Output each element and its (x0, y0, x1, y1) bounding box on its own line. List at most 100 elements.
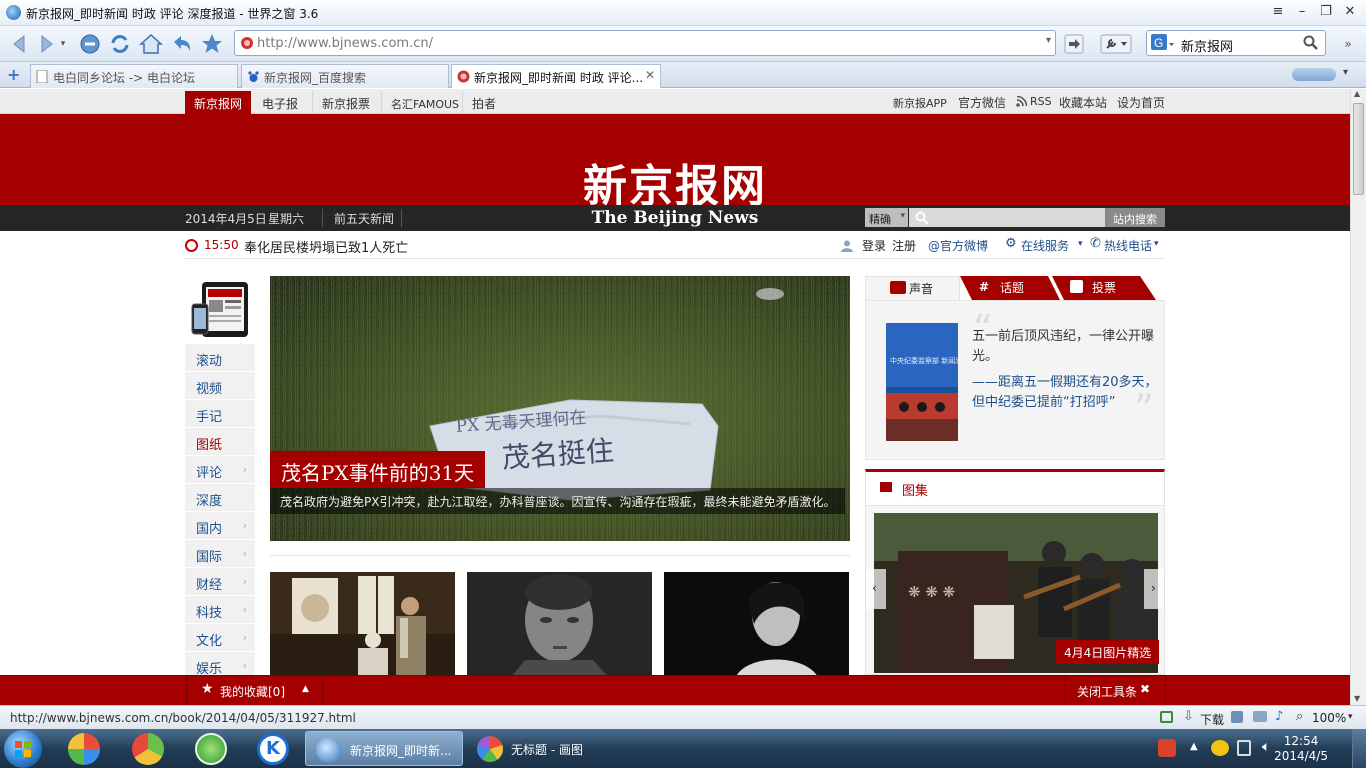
stop-button[interactable] (76, 30, 104, 58)
my-favorites-button[interactable]: 我的收藏[0] (220, 683, 285, 700)
go-button[interactable] (1060, 30, 1088, 58)
top-right-link[interactable]: 新京报APP (893, 95, 947, 111)
hero-title[interactable]: 茂名PX事件前的31天 (270, 451, 486, 488)
gallery-next-button[interactable]: › (1144, 569, 1164, 609)
show-desktop-button[interactable] (1352, 729, 1366, 768)
section-nav-item[interactable]: 滚动 (185, 344, 255, 372)
favorites-button[interactable] (198, 30, 226, 58)
section-nav-item[interactable]: 视频 (185, 372, 255, 400)
story-thumbnail[interactable] (270, 572, 455, 675)
voice-quote[interactable]: 五一前后顶风违纪，一律公开曝光。 (972, 327, 1158, 367)
tab-topics[interactable]: 话题 (1000, 279, 1024, 296)
ticker-headline[interactable]: 奉化居民楼坍塌已致1人死亡 (244, 237, 408, 256)
top-nav-item[interactable]: 拍者 (462, 91, 505, 114)
story-thumbnail[interactable] (664, 572, 849, 675)
speaker-icon[interactable]: ♪ (1275, 709, 1283, 724)
scroll-up-icon[interactable]: ▲ (1354, 89, 1360, 98)
section-nav-item[interactable]: 文化 › (185, 624, 255, 652)
chevron-down-icon[interactable]: ▾ (1348, 712, 1353, 722)
tools-button[interactable] (1098, 30, 1134, 58)
top-right-link[interactable]: 官方微信 (958, 94, 1006, 111)
maximize-button[interactable]: ❐ (1314, 4, 1338, 20)
photo-historical-portrait[interactable] (467, 572, 652, 675)
top-nav-item[interactable]: 新京报票 (312, 91, 379, 114)
tab-bjnews[interactable]: 新京报网_即时新闻 时政 评论... ✕ (451, 64, 661, 88)
tab-scroll-buttons[interactable] (1292, 68, 1336, 81)
section-nav-item[interactable]: 手记 (185, 400, 255, 428)
hero-story[interactable]: PX 无毒天理何在 茂名挺住 茂名PX事件前的31天 茂名政府为避免PX引冲突，… (270, 276, 850, 541)
download-button[interactable]: 下载 (1200, 711, 1224, 728)
new-tab-plus-icon[interactable]: + (7, 65, 20, 84)
address-bar[interactable]: http://www.bjnews.com.cn/ ▾ (234, 30, 1056, 56)
scroll-down-icon[interactable]: ▼ (1354, 694, 1360, 703)
site-search-input[interactable] (909, 208, 1105, 227)
top-nav-item[interactable]: 新京报网 (185, 91, 252, 114)
tab-list-dropdown-icon[interactable]: ▾ (1343, 67, 1348, 78)
search-box[interactable]: G 新京报网 (1146, 30, 1326, 56)
gallery-prev-button[interactable]: ‹ (866, 569, 886, 609)
back-button[interactable] (6, 30, 34, 58)
taskbar-browser[interactable]: 新京报网_即时新... (305, 731, 463, 766)
home-button[interactable] (137, 30, 165, 58)
pinned-app-icon[interactable] (68, 733, 100, 765)
top-right-link[interactable]: 设为首页 (1117, 94, 1165, 111)
search-icon[interactable] (1303, 35, 1319, 51)
photo-young-man[interactable] (664, 572, 849, 675)
tray-expand-icon[interactable]: ▲ (1190, 741, 1198, 752)
menu-icon[interactable]: ≡ (1266, 4, 1290, 20)
search-engine-icon[interactable]: G (1151, 34, 1175, 52)
section-nav-item[interactable]: 评论 › (185, 456, 255, 484)
close-toolbar-button[interactable]: 关闭工具条 (1077, 683, 1137, 700)
scrollbar-thumb[interactable] (1353, 103, 1364, 195)
section-nav-item[interactable]: 深度 (185, 484, 255, 512)
chevron-up-icon[interactable]: ▲ (302, 684, 309, 694)
start-button[interactable] (4, 730, 42, 768)
press-conference-photo[interactable]: 中央纪委监察部 新闻发布会 (886, 323, 958, 441)
site-search-button[interactable]: 站内搜索 (1105, 208, 1165, 227)
tray-app-icon[interactable] (1158, 739, 1176, 757)
address-text[interactable]: http://www.bjnews.com.cn/ (257, 36, 433, 51)
tab-baidu-search[interactable]: 新京报网_百度搜索 (241, 64, 449, 88)
sync-icon[interactable] (1160, 711, 1173, 723)
page-scrollbar[interactable]: ▲ ▼ (1350, 89, 1366, 705)
tray-network-icon[interactable] (1237, 740, 1251, 756)
more-toolbar-button[interactable]: » (1334, 30, 1362, 58)
close-button[interactable]: ✕ (1338, 4, 1362, 20)
top-right-link[interactable]: RSS (1030, 95, 1052, 108)
minimize-button[interactable]: – (1290, 4, 1314, 20)
tab-voice[interactable]: 声音 (865, 276, 960, 300)
history-dropdown[interactable]: ▾ (56, 30, 70, 58)
screenshot-icon[interactable] (1253, 711, 1267, 722)
tab-dianbai-forum[interactable]: 电白同乡论坛 -> 电白论坛 (30, 64, 238, 88)
section-nav-item[interactable]: 科技 › (185, 596, 255, 624)
pinned-app-icon[interactable] (132, 733, 164, 765)
tray-im-icon[interactable] (1211, 740, 1229, 756)
zoom-level[interactable]: 100% (1312, 711, 1346, 725)
story-thumbnail[interactable] (467, 572, 652, 675)
pinned-app-icon[interactable] (195, 733, 227, 765)
close-icon[interactable]: ✖ (1140, 682, 1150, 696)
tray-volume-icon[interactable]: 🔈︎ (1262, 739, 1270, 755)
section-nav-item[interactable]: 财经 › (185, 568, 255, 596)
taskbar-paint[interactable]: 无标题 - 画图 (467, 731, 625, 766)
top-nav-item[interactable]: 电子报 (253, 91, 307, 114)
photo-calligraphy-room[interactable] (270, 572, 455, 675)
section-nav-item[interactable]: 国际 › (185, 540, 255, 568)
system-clock[interactable]: 12:54 2014/4/5 (1274, 734, 1328, 764)
gallery-caption[interactable]: 4月4日图片精选 (1056, 640, 1160, 664)
search-mode-select[interactable]: 精确 ▾ (865, 208, 908, 227)
login-link[interactable]: 登录 (862, 237, 886, 254)
hotline-link[interactable]: 热线电话 (1104, 237, 1152, 254)
top-right-link[interactable]: 收藏本站 (1059, 94, 1107, 111)
weibo-link[interactable]: @官方微博 (928, 237, 988, 254)
undo-close-button[interactable] (168, 30, 196, 58)
tab-vote[interactable]: 投票 (1092, 279, 1116, 296)
section-nav-item[interactable]: 国内 › (185, 512, 255, 540)
top-nav-item[interactable]: 名汇FAMOUS (381, 91, 468, 114)
address-dropdown-icon[interactable]: ▾ (1046, 35, 1051, 46)
voice-source[interactable]: ——距离五一假期还有20多天，但中纪委已提前“打招呼” (972, 373, 1158, 413)
pinned-app-icon[interactable]: K (257, 733, 289, 765)
register-link[interactable]: 注册 (892, 237, 916, 254)
online-service-link[interactable]: 在线服务 (1021, 237, 1069, 254)
toolbox-icon[interactable] (1231, 711, 1243, 723)
